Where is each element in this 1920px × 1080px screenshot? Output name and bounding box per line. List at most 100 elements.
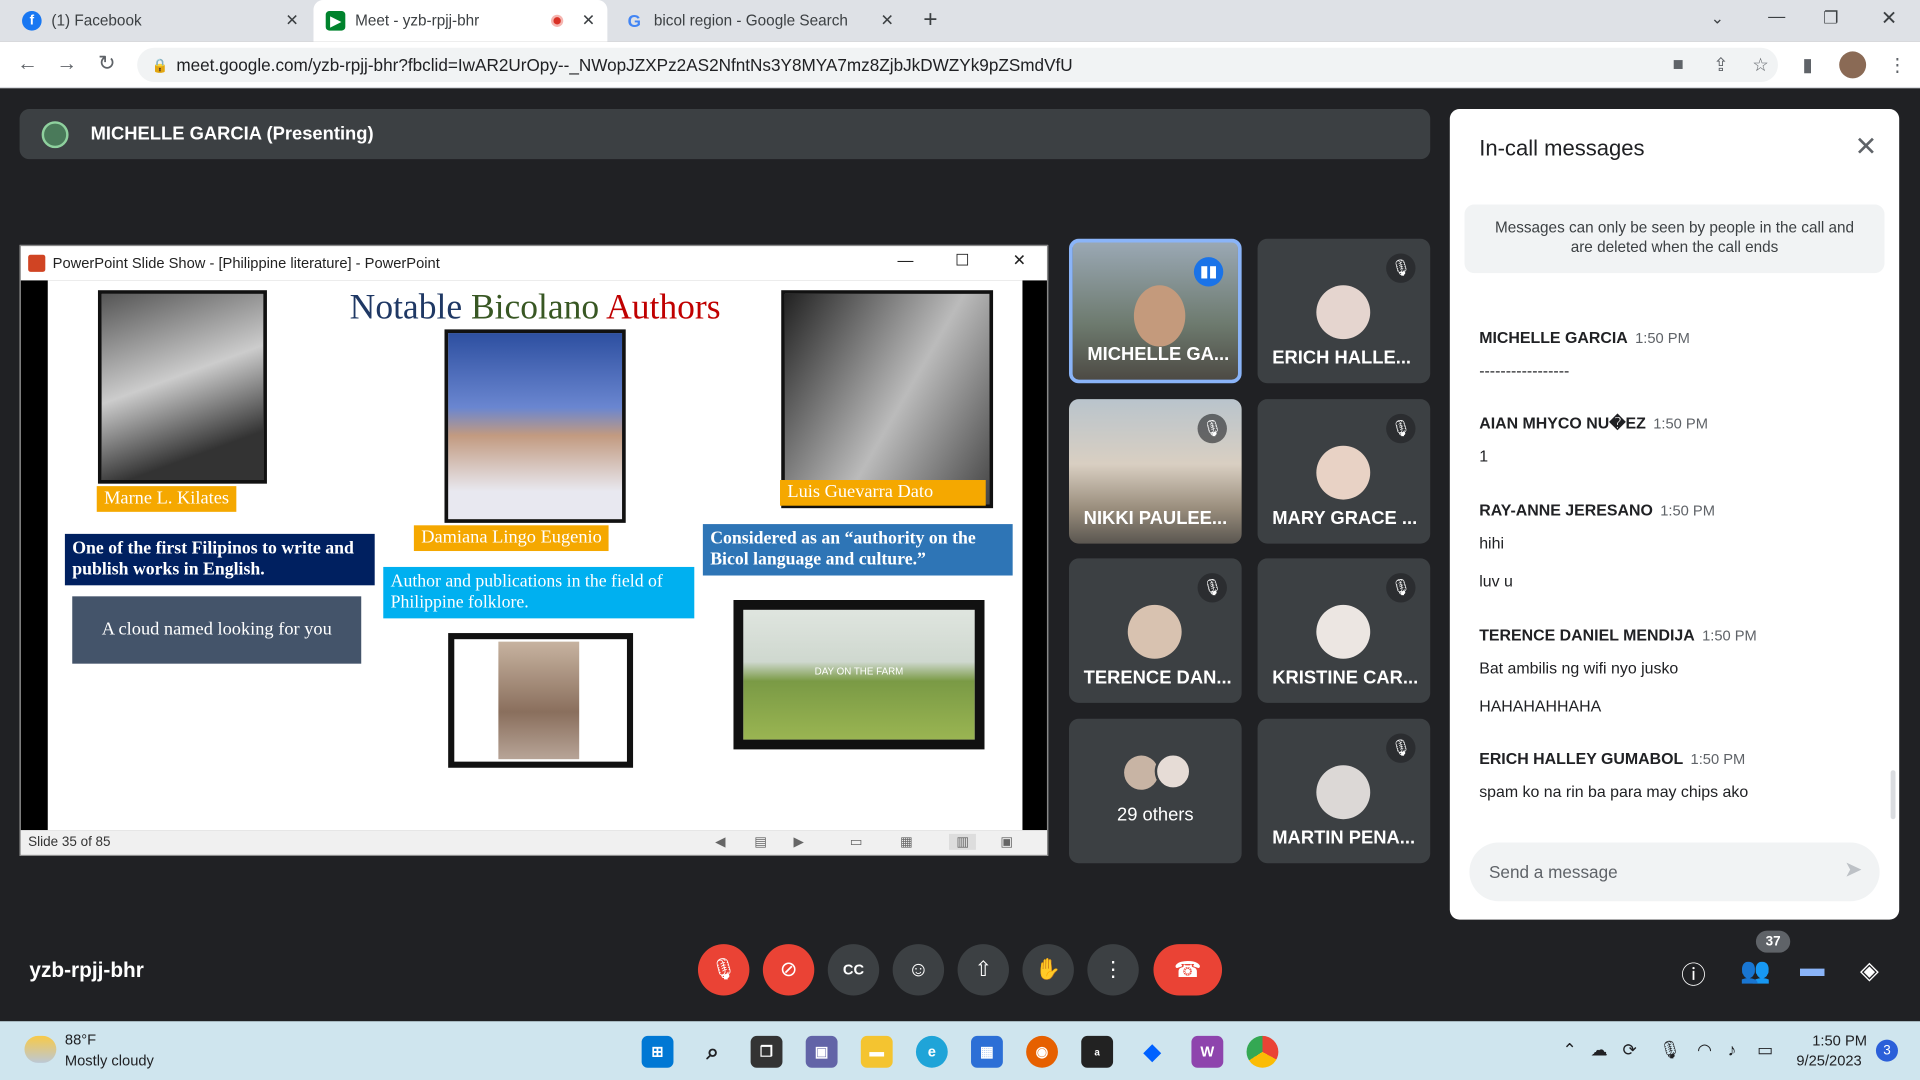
notification-badge[interactable]: 3 <box>1875 1039 1898 1062</box>
mic-off-icon: 🎙 <box>1197 573 1227 603</box>
slide-menu-icon[interactable]: ▤ <box>754 834 767 850</box>
reactions-button[interactable]: ☺ <box>892 944 945 996</box>
chat-message: AIAN MHYCO NU�EZ 1:50 PM 1 <box>1479 413 1871 465</box>
url-bar[interactable]: 🔒 meet.google.com/yzb-rpjj-bhr?fbclid=Iw… <box>137 47 1778 83</box>
bookmark-star-icon[interactable]: ☆ <box>1752 54 1768 76</box>
search-icon[interactable]: ⌕ <box>697 1036 729 1068</box>
new-tab-button[interactable]: + <box>923 6 937 34</box>
ppt-maximize-icon[interactable]: ☐ <box>955 251 969 271</box>
microphone-tray-icon[interactable]: 🎙 <box>1659 1040 1681 1061</box>
close-chat-icon[interactable]: ✕ <box>1855 131 1878 163</box>
clock-time[interactable]: 1:50 PM <box>1812 1032 1867 1049</box>
tab-google-search[interactable]: G bicol region - Google Search ✕ <box>612 0 906 42</box>
restore-icon[interactable]: ❐ <box>1823 7 1838 28</box>
ppt-close-icon[interactable]: ✕ <box>1013 251 1026 271</box>
volume-icon[interactable]: ♪ <box>1728 1040 1737 1060</box>
store-icon[interactable]: ▦ <box>971 1035 1003 1068</box>
camera-icon[interactable]: ■ <box>1673 54 1684 75</box>
chat-title: In-call messages <box>1479 135 1645 161</box>
hand-icon: ✋ <box>1035 957 1062 981</box>
info-icon[interactable]: ⓘ <box>1681 955 1705 991</box>
ppt-window-title: PowerPoint Slide Show - [Philippine lite… <box>52 254 440 272</box>
battery-icon[interactable]: ▭ <box>1757 1040 1773 1061</box>
leave-call-button[interactable]: ☎ <box>1153 944 1223 996</box>
clock-date[interactable]: 9/25/2023 <box>1796 1052 1861 1069</box>
powerpoint-icon <box>28 254 46 272</box>
next-slide-icon[interactable]: ▶ <box>793 834 803 850</box>
tab-search-icon[interactable]: ⌄ <box>1711 9 1724 29</box>
weather-icon[interactable] <box>24 1035 57 1063</box>
sorter-view-icon[interactable]: ▦ <box>900 834 913 850</box>
message-sender: MICHELLE GARCIA <box>1479 328 1628 347</box>
others-tile[interactable]: 29 others <box>1068 718 1242 864</box>
reading-view-icon[interactable]: ▥ <box>948 833 977 850</box>
chat-message-input[interactable]: Send a message ➤ <box>1469 842 1880 902</box>
close-tab-icon[interactable]: ✕ <box>285 11 298 31</box>
present-screen-icon: ⇧ <box>974 957 992 981</box>
mic-off-button[interactable]: 🎙 <box>697 944 750 996</box>
forward-icon[interactable]: → <box>56 51 77 75</box>
back-icon[interactable]: ← <box>17 51 38 75</box>
present-button[interactable]: ⇧ <box>957 944 1009 996</box>
activities-icon[interactable]: ◈ <box>1860 955 1879 986</box>
message-text: ----------------- <box>1479 361 1570 380</box>
close-tab-icon[interactable]: ✕ <box>881 11 894 31</box>
file-explorer-icon[interactable]: ▬ <box>860 1035 893 1068</box>
message-time: 1:50 PM <box>1702 626 1757 645</box>
start-icon[interactable]: ⊞ <box>641 1035 674 1068</box>
amazon-icon[interactable]: a <box>1081 1035 1114 1068</box>
chat-icon[interactable]: ▬ <box>1800 955 1824 983</box>
wifi-icon[interactable]: ◠ <box>1697 1040 1712 1061</box>
author3-name: Luis Guevarra Dato <box>780 480 986 506</box>
participant-tile[interactable]: 🎙 KRISTINE CAR... <box>1257 558 1431 703</box>
close-tab-icon[interactable]: ✕ <box>582 11 595 31</box>
camera-off-button[interactable]: ⊘ <box>762 944 815 996</box>
dropbox-icon[interactable]: ◆ <box>1136 1036 1168 1068</box>
author2-work-image <box>448 633 634 768</box>
captions-button[interactable]: CC <box>827 944 880 996</box>
recording-icon <box>551 14 564 27</box>
participant-tile[interactable]: 🎙 MARY GRACE ... <box>1257 399 1431 544</box>
tab-facebook[interactable]: f (1) Facebook ✕ <box>10 0 311 42</box>
participant-tile[interactable]: 🎙 TERENCE DAN... <box>1068 558 1242 703</box>
people-icon[interactable]: 👥 <box>1740 955 1770 986</box>
author3-photo <box>781 290 994 509</box>
profile-avatar[interactable] <box>1839 51 1867 79</box>
browser-tab-bar: f (1) Facebook ✕ ▶ Meet - yzb-rpjj-bhr ✕… <box>0 0 1920 42</box>
reload-icon[interactable]: ↻ <box>98 51 115 75</box>
wps-icon[interactable]: W <box>1191 1035 1224 1068</box>
tab-meet[interactable]: ▶ Meet - yzb-rpjj-bhr ✕ <box>313 0 608 42</box>
edge-icon[interactable]: e <box>915 1035 948 1068</box>
firefox-icon[interactable]: ◉ <box>1026 1035 1058 1068</box>
share-icon[interactable]: ⇪ <box>1713 54 1728 76</box>
chat-scrollbar[interactable] <box>1890 770 1896 820</box>
more-options-button[interactable]: ⋮ <box>1087 944 1139 996</box>
participant-tile[interactable]: 🎙 NIKKI PAULEE... <box>1068 399 1242 544</box>
teams-chat-icon[interactable]: ▣ <box>805 1035 838 1068</box>
hangup-icon: ☎ <box>1174 956 1202 982</box>
ppt-status-bar: Slide 35 of 85 ◀ ▤ ▶ ▭ ▦ ▥ ▣ <box>20 830 1047 855</box>
participant-tile[interactable]: 🎙 ERICH HALLE... <box>1257 238 1431 384</box>
participant-tile[interactable]: 🎙 MARTIN PENA... <box>1257 718 1431 864</box>
sync-icon[interactable]: ⟳ <box>1622 1040 1636 1061</box>
chat-panel: In-call messages ✕ Messages can only be … <box>1449 108 1900 920</box>
camera-off-icon: ⊘ <box>779 957 798 981</box>
slideshow-view-icon[interactable]: ▣ <box>1000 834 1013 850</box>
prev-slide-icon[interactable]: ◀ <box>715 834 725 850</box>
participant-tile[interactable]: ▮▮ MICHELLE GA... <box>1068 238 1242 384</box>
onedrive-icon[interactable]: ☁ <box>1591 1040 1608 1061</box>
author1-photo <box>97 290 267 484</box>
tray-overflow-icon[interactable]: ⌃ <box>1562 1040 1576 1061</box>
normal-view-icon[interactable]: ▭ <box>850 834 863 850</box>
task-view-icon[interactable]: ❐ <box>750 1035 783 1068</box>
lock-icon[interactable]: 🔒 <box>152 57 169 73</box>
close-window-icon[interactable]: ✕ <box>1881 6 1897 30</box>
minimize-icon[interactable]: — <box>1768 6 1785 26</box>
ppt-minimize-icon[interactable]: — <box>898 251 914 269</box>
menu-icon[interactable]: ⋮ <box>1888 54 1906 76</box>
chrome-icon[interactable] <box>1246 1035 1279 1068</box>
side-panel-icon[interactable]: ▮ <box>1802 54 1812 76</box>
send-icon[interactable]: ➤ <box>1844 857 1862 883</box>
raise-hand-button[interactable]: ✋ <box>1022 944 1074 996</box>
author3-desc: Considered as an “authority on the Bicol… <box>702 524 1013 576</box>
